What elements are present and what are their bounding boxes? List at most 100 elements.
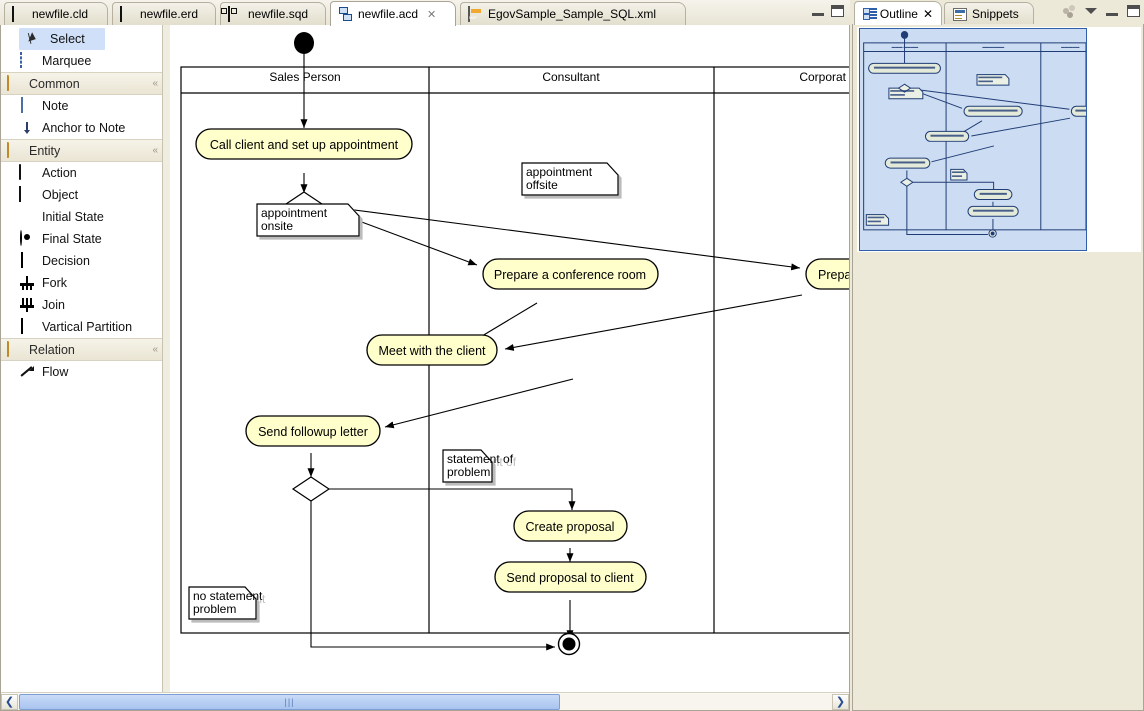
chevron-collapse-icon[interactable]: « bbox=[152, 78, 156, 89]
note-appointment-offsite[interactable]: appointment offsite bbox=[522, 163, 618, 195]
palette-item-join[interactable]: Join bbox=[1, 294, 162, 316]
note-line-1: appointment bbox=[526, 165, 593, 179]
view-tab-outline[interactable]: Outline ✕ bbox=[854, 1, 942, 25]
palette-group-header-relation[interactable]: Relation « bbox=[1, 338, 162, 361]
lane-header-corporate: Corporat bbox=[799, 70, 846, 84]
editor-tab-newfile-erd[interactable]: newfile.erd bbox=[112, 2, 216, 25]
palette-tools-group: Select Marquee bbox=[1, 25, 162, 72]
flow-prepare-corp-to-meet bbox=[505, 295, 802, 349]
anchor-arrow-icon bbox=[19, 120, 35, 136]
palette-tool-marquee[interactable]: Marquee bbox=[1, 50, 162, 72]
action-node-create-proposal[interactable]: Create proposal bbox=[514, 511, 627, 541]
vertical-partition-icon bbox=[19, 319, 35, 335]
outline-viewport-selection[interactable]: ▬▬▬ ▬▬▬▬ ▬▬▬▬▬▬ ▬▬▬▬▬ bbox=[859, 28, 1087, 251]
palette-group-header-common[interactable]: Common « bbox=[1, 72, 162, 95]
action-node-prepare-corporate[interactable]: Prepa bbox=[806, 259, 849, 289]
palette-item-label: Vartical Partition bbox=[42, 321, 132, 334]
palette-item-decision[interactable]: Decision bbox=[1, 250, 162, 272]
view-menu-chevron-icon[interactable] bbox=[1085, 8, 1097, 14]
palette-item-fork[interactable]: Fork bbox=[1, 272, 162, 294]
svg-text:▬▬▬▬▬: ▬▬▬▬▬ bbox=[1061, 45, 1080, 49]
activity-diagram-svg: Sales Person Consultant Corporat bbox=[170, 25, 849, 691]
editor-window-buttons bbox=[812, 5, 844, 17]
palette-item-label: Initial State bbox=[42, 211, 104, 224]
chevron-collapse-icon[interactable]: « bbox=[152, 145, 156, 156]
activity-diagram-icon bbox=[338, 7, 353, 21]
chevron-collapse-icon[interactable]: « bbox=[152, 344, 156, 355]
palette-item-label: Object bbox=[42, 189, 78, 202]
palette-item-note[interactable]: Note bbox=[1, 95, 162, 117]
diagram-palette: Select Marquee Common « Note bbox=[1, 25, 163, 709]
minimize-icon[interactable] bbox=[812, 7, 824, 16]
editor-tab-label: newfile.sqd bbox=[248, 7, 308, 21]
action-node-meet-with-client[interactable]: Meet with the client bbox=[367, 335, 497, 365]
object-rect-icon bbox=[19, 187, 35, 203]
folder-icon bbox=[7, 143, 23, 159]
lane-header-sales-person: Sales Person bbox=[269, 70, 340, 84]
palette-tool-select[interactable]: Select bbox=[19, 28, 105, 50]
view-tab-close-icon[interactable]: ✕ bbox=[923, 7, 933, 21]
palette-item-label: Note bbox=[42, 100, 68, 113]
minimize-icon[interactable] bbox=[1106, 7, 1118, 16]
action-node-prepare-conference-room[interactable]: Prepare a conference room bbox=[483, 259, 658, 289]
note-statement-of-problem[interactable]: statement of problem bbox=[443, 450, 514, 482]
note-icon bbox=[19, 98, 35, 114]
activity-diagram-canvas[interactable]: Sales Person Consultant Corporat bbox=[170, 25, 849, 692]
final-state-node[interactable] bbox=[559, 634, 580, 655]
view-tab-snippets[interactable]: Snippets bbox=[944, 2, 1034, 25]
outline-thumbnail-area[interactable]: ▬▬▬ ▬▬▬▬ ▬▬▬▬▬▬ ▬▬▬▬▬ bbox=[857, 27, 1141, 252]
palette-item-label: Join bbox=[42, 299, 65, 312]
action-node-send-proposal-to-client[interactable]: Send proposal to client bbox=[495, 562, 646, 592]
palette-item-flow[interactable]: Flow bbox=[1, 361, 162, 383]
editor-tab-newfile-acd[interactable]: newfile.acd ✕ bbox=[330, 1, 456, 26]
palette-item-vertical-partition[interactable]: Vartical Partition bbox=[1, 316, 162, 338]
scroll-track[interactable]: ||| bbox=[18, 694, 832, 710]
snippets-icon bbox=[953, 8, 967, 21]
initial-state-node[interactable] bbox=[294, 32, 314, 54]
editor-tab-bar: newfile.cld newfile.erd newfile.sqd newf… bbox=[0, 0, 850, 26]
er-diagram-icon bbox=[120, 7, 135, 21]
scroll-thumb[interactable]: ||| bbox=[19, 694, 560, 710]
action-label: Prepa bbox=[818, 268, 849, 282]
editor-tab-egovsample-xml[interactable]: EgovSample_Sample_SQL.xml bbox=[460, 2, 686, 25]
editor-tab-newfile-cld[interactable]: newfile.cld bbox=[4, 2, 108, 25]
lane-header-consultant: Consultant bbox=[542, 70, 600, 84]
decision-node-statement[interactable] bbox=[293, 477, 329, 501]
action-node-call-client[interactable]: Call client and set up appointment bbox=[196, 129, 412, 159]
palette-group-title: Entity bbox=[29, 144, 146, 158]
note-line-2: offsite bbox=[526, 178, 558, 192]
palette-item-anchor-to-note[interactable]: Anchor to Note bbox=[1, 117, 162, 139]
scroll-right-button[interactable]: ❯ bbox=[832, 694, 849, 710]
editor-tab-close-icon[interactable]: ✕ bbox=[427, 8, 436, 21]
note-appointment-onsite[interactable]: appointment onsite bbox=[257, 204, 359, 236]
maximize-icon[interactable] bbox=[831, 5, 844, 17]
palette-item-initial-state[interactable]: Initial State bbox=[1, 206, 162, 228]
initial-state-icon bbox=[19, 209, 35, 225]
palette-item-action[interactable]: Action bbox=[1, 162, 162, 184]
overlay-dots-icon[interactable] bbox=[1062, 4, 1076, 18]
editor-tab-label: newfile.acd bbox=[358, 7, 418, 21]
fork-icon bbox=[19, 276, 35, 290]
palette-item-object[interactable]: Object bbox=[1, 184, 162, 206]
editor-part: newfile.cld newfile.erd newfile.sqd newf… bbox=[0, 0, 850, 711]
note-no-statement-problem[interactable]: no statement problem bbox=[189, 587, 263, 619]
xml-map-icon bbox=[468, 7, 483, 21]
palette-item-label: Final State bbox=[42, 233, 102, 246]
canvas-horizontal-scrollbar[interactable]: ❮ ||| ❯ bbox=[1, 692, 849, 710]
palette-item-final-state[interactable]: Final State bbox=[1, 228, 162, 250]
eclipse-workbench: newfile.cld newfile.erd newfile.sqd newf… bbox=[0, 0, 1144, 711]
editor-tab-newfile-sqd[interactable]: newfile.sqd bbox=[220, 2, 326, 25]
action-rounded-icon bbox=[19, 165, 35, 181]
palette-item-label: Anchor to Note bbox=[42, 122, 125, 135]
palette-sash[interactable] bbox=[163, 25, 170, 709]
note-line-2: problem bbox=[193, 602, 236, 616]
outline-icon bbox=[863, 7, 875, 20]
scroll-left-button[interactable]: ❮ bbox=[1, 694, 18, 710]
cursor-arrow-icon bbox=[27, 31, 43, 47]
action-node-send-followup-letter[interactable]: Send followup letter bbox=[246, 416, 380, 446]
note-line-1: statement of bbox=[447, 452, 514, 466]
palette-item-label: Action bbox=[42, 167, 77, 180]
svg-text:▬▬▬ ▬▬▬▬: ▬▬▬ ▬▬▬▬ bbox=[892, 45, 919, 49]
palette-group-header-entity[interactable]: Entity « bbox=[1, 139, 162, 162]
maximize-icon[interactable] bbox=[1127, 5, 1140, 17]
